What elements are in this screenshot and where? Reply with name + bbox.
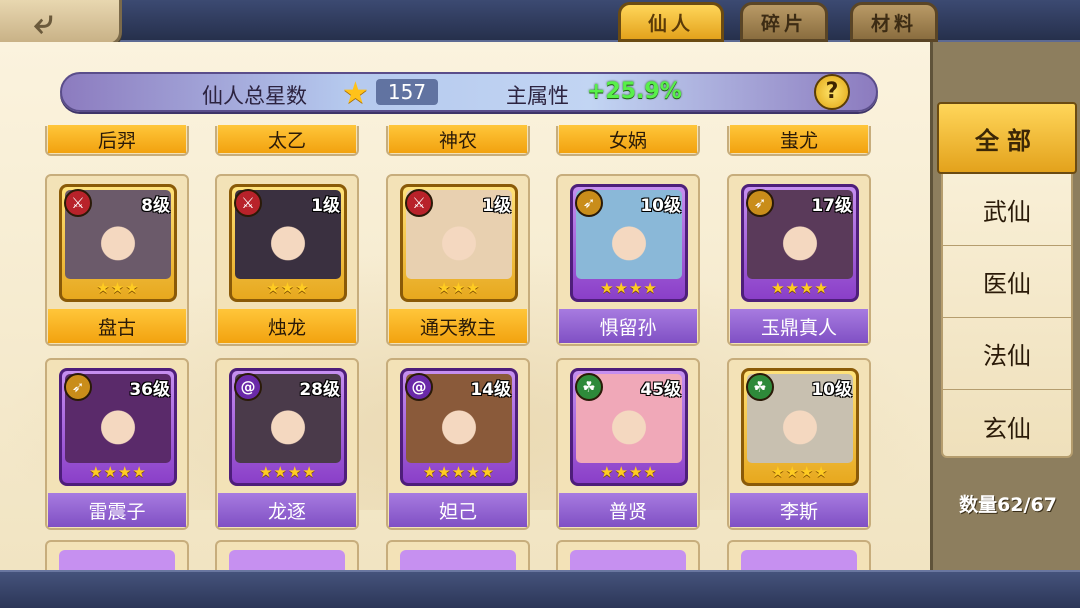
hero-card-partial[interactable] [386,540,530,570]
main-attribute-value: +25.9% [587,79,682,104]
hero-level: 14级 [470,380,511,400]
hero-portrait: @14级 ★★★★★ [400,368,518,486]
star-summary-banner: 仙人总星数 ★ 157 主属性 +25.9% ? [60,72,878,112]
hero-portrait: ☘ 45级 ★★★★ [570,368,688,486]
filter-all[interactable]: 全部 [937,102,1077,174]
hero-stars: ★★★★ [600,279,658,297]
filter-list: 全部 武仙 医仙 法仙 玄仙 [937,102,1077,458]
hero-level: 17级 [811,196,852,216]
hero-stars: ★★★★ [771,279,829,297]
hero-name: 蚩尤 [730,125,868,153]
hero-card[interactable]: ☘ 45级 ★★★★ 普贤 [556,358,700,530]
hero-card[interactable]: ➶ 17级 ★★★★ 玉鼎真人 [727,174,871,346]
hero-level: 28级 [299,380,340,400]
question-icon: ? [825,79,839,104]
total-stars-label: 仙人总星数 [202,84,307,108]
hero-card[interactable]: 太乙 [215,125,359,156]
hero-card[interactable]: @28级 ★★★★ 龙逐 [215,358,359,530]
hero-name: 普贤 [559,493,697,527]
sword-icon: ⚔ [64,189,92,217]
hero-card[interactable]: 神农 [386,125,530,156]
side-filter-panel: 全部 武仙 医仙 法仙 玄仙 数量62/67 [930,42,1080,570]
hero-portrait: ⚔ 1级 ★★★ [400,184,518,302]
bottom-bar [0,570,1080,608]
hero-name: 玉鼎真人 [730,309,868,343]
hero-level: 36级 [129,380,170,400]
leaf-icon: ☘ [575,373,603,401]
hero-level: 8级 [141,196,170,216]
filter-mystic[interactable]: 玄仙 [943,390,1071,462]
hero-stars: ★★★★★ [422,463,496,481]
hero-card-partial[interactable] [556,540,700,570]
leaf-icon: ☘ [746,373,774,401]
hero-name: 女娲 [559,125,697,153]
hero-card-partial[interactable] [215,540,359,570]
hero-portrait: ➶ 17级 ★★★★ [741,184,859,302]
hero-name: 龙逐 [218,493,356,527]
sword-icon: ⚔ [405,189,433,217]
hero-name: 盘古 [48,309,186,343]
hero-list-panel[interactable]: 仙人总星数 ★ 157 主属性 +25.9% ? 后羿 太乙 神农 女娲 蚩尤 … [0,42,930,570]
back-arrow-icon: ⤶ [34,1,54,42]
hero-portrait: ➶ 10级 ★★★★ [570,184,688,302]
bow-icon: ➶ [746,189,774,217]
hero-portrait: ☘ 10级 ★★★★ [741,368,859,486]
bow-icon: ➶ [64,373,92,401]
hero-name: 神农 [389,125,527,153]
filter-mage[interactable]: 法仙 [943,318,1071,390]
hero-name: 通天教主 [389,309,527,343]
hero-name: 妲己 [389,493,527,527]
main-attribute-label: 主属性 [506,84,569,108]
hero-card[interactable]: ☘ 10级 ★★★★ 李斯 [727,358,871,530]
filter-healer[interactable]: 医仙 [943,246,1071,318]
hero-name: 烛龙 [218,309,356,343]
help-button[interactable]: ? [814,74,850,110]
hero-card[interactable]: 女娲 [556,125,700,156]
hero-card[interactable]: 蚩尤 [727,125,871,156]
hero-portrait: ➶ 36级 ★★★★ [59,368,177,486]
hero-stars: ★★★★ [89,463,147,481]
hero-card[interactable]: ➶ 10级 ★★★★ 惧留孙 [556,174,700,346]
hero-card-partial[interactable] [727,540,871,570]
hero-level: 10级 [811,380,852,400]
hero-card[interactable]: ⚔ 1级 ★★★ 烛龙 [215,174,359,346]
hero-portrait: ⚔ 1级 ★★★ [229,184,347,302]
hero-card[interactable]: ⚔ 1级 ★★★ 通天教主 [386,174,530,346]
hero-level: 1级 [311,196,340,216]
hero-portrait: ⚔ 8级 ★★★ [59,184,177,302]
hero-count: 数量62/67 [959,494,1057,516]
hero-card[interactable]: 后羿 [45,125,189,156]
hero-level: 10级 [640,196,681,216]
tab-materials[interactable]: 材料 [850,2,938,42]
hero-name: 李斯 [730,493,868,527]
bow-icon: ➶ [575,189,603,217]
sword-icon: ⚔ [234,189,262,217]
hero-stars: ★★★★ [771,463,829,481]
hero-card[interactable]: @14级 ★★★★★ 妲己 [386,358,530,530]
hero-card[interactable]: ➶ 36级 ★★★★ 雷震子 [45,358,189,530]
hero-level: 1级 [482,196,511,216]
back-button[interactable]: ⤶ [0,0,122,46]
hero-portrait: @28级 ★★★★ [229,368,347,486]
hero-card-partial[interactable] [45,540,189,570]
hero-stars: ★★★ [437,279,481,297]
hero-stars: ★★★ [266,279,310,297]
tab-immortals[interactable]: 仙人 [618,2,724,42]
hero-name: 后羿 [48,125,186,153]
swirl-icon: @ [234,373,262,401]
hero-level: 45级 [640,380,681,400]
hero-name: 太乙 [218,125,356,153]
total-stars-value: 157 [376,79,438,105]
tab-fragments[interactable]: 碎片 [740,2,828,42]
swirl-icon: @ [405,373,433,401]
top-bar: ⤶ 仙人 碎片 材料 [0,0,1080,46]
hero-stars: ★★★ [96,279,140,297]
star-icon: ★ [342,76,369,111]
hero-name: 雷震子 [48,493,186,527]
hero-card[interactable]: ⚔ 8级 ★★★ 盘古 [45,174,189,346]
filter-warrior[interactable]: 武仙 [943,174,1071,246]
hero-stars: ★★★★ [259,463,317,481]
hero-name: 惧留孙 [559,309,697,343]
hero-stars: ★★★★ [600,463,658,481]
